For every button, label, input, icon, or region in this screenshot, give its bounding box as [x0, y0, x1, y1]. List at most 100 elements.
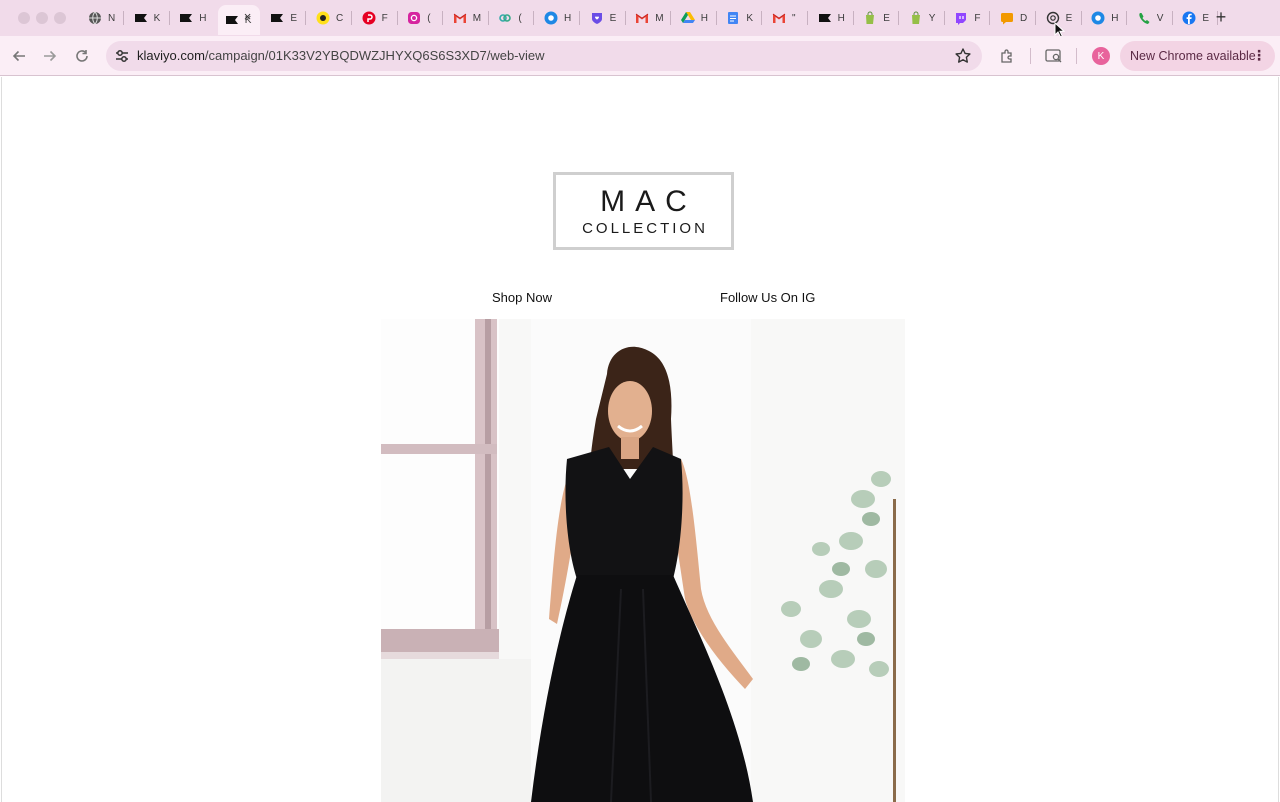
pinterest-icon — [362, 11, 376, 25]
tab-search-button[interactable] — [1044, 46, 1064, 66]
window-minimize-control[interactable] — [36, 12, 48, 24]
browser-tab[interactable]: C — [309, 6, 354, 30]
browser-tab[interactable]: " — [765, 6, 810, 30]
tab-separator — [989, 11, 991, 25]
browser-tab[interactable]: H — [674, 6, 719, 30]
url-domain: klaviyo.com — [137, 48, 205, 63]
browser-tab[interactable]: K — [719, 6, 764, 30]
gmail-icon — [772, 11, 786, 25]
bookmark-star-icon[interactable] — [954, 47, 972, 65]
close-tab-icon[interactable]: × — [244, 10, 252, 24]
tab-title: Y — [928, 12, 936, 24]
brand-logo[interactable]: MAC COLLECTION — [553, 172, 734, 250]
tab-title: F — [381, 12, 388, 24]
facebook-icon — [1182, 11, 1196, 25]
menu-kebab-icon[interactable]: ⋮ — [1252, 48, 1266, 62]
arrow-right-icon — [44, 50, 57, 62]
tab-separator — [1126, 11, 1128, 25]
hero-image[interactable] — [381, 319, 905, 802]
browser-tab[interactable]: M — [446, 6, 491, 30]
browser-tab[interactable]: ( — [491, 6, 536, 30]
tab-title: K — [746, 12, 754, 24]
browser-tab[interactable]: M — [628, 6, 673, 30]
browser-toolbar: klaviyo.com/campaign/01K33V2YBQDWZJHYXQ6… — [0, 36, 1280, 76]
shopify-icon — [863, 11, 877, 25]
address-bar[interactable]: klaviyo.com/campaign/01K33V2YBQDWZJHYXQ6… — [106, 41, 982, 71]
tab-title: E — [290, 12, 298, 24]
tab-separator — [670, 11, 672, 25]
url-path: /campaign/01K33V2YBQDWZJHYXQ6S6S3XD7/web… — [204, 48, 545, 63]
window-zoom-control[interactable] — [54, 12, 66, 24]
browser-tab[interactable]: H — [811, 6, 856, 30]
forward-button[interactable] — [38, 44, 62, 68]
tab-title: H — [564, 12, 572, 24]
tab-title: ( — [518, 12, 522, 24]
shop-now-link[interactable]: Shop Now — [492, 290, 552, 305]
tab-title: " — [792, 12, 796, 24]
tab-title: M — [655, 12, 664, 24]
logo-subtitle: COLLECTION — [582, 219, 708, 237]
url-text[interactable]: klaviyo.com/campaign/01K33V2YBQDWZJHYXQ6… — [137, 48, 545, 63]
tab-separator — [715, 11, 717, 25]
browser-tab[interactable]: K — [127, 6, 172, 30]
tab-separator — [1035, 11, 1036, 25]
browser-tab[interactable]: V — [1130, 6, 1175, 30]
update-chrome-label: New Chrome available — [1130, 49, 1256, 63]
phone-icon — [1137, 11, 1151, 25]
tab-title: M — [472, 12, 481, 24]
puzzle-icon — [1001, 49, 1012, 63]
tab-separator — [1080, 11, 1082, 25]
toolbar-divider — [1030, 48, 1031, 64]
tab-separator — [807, 11, 808, 25]
tab-separator — [442, 11, 444, 25]
update-chrome-button[interactable]: New Chrome available ⋮ — [1120, 41, 1275, 71]
extensions-button[interactable] — [997, 46, 1017, 66]
profile-avatar[interactable]: K — [1092, 47, 1110, 65]
chrome-blue-icon — [1091, 11, 1105, 25]
twitch-icon — [954, 11, 968, 25]
browser-tab[interactable]: H — [1084, 6, 1129, 30]
drive-icon — [680, 11, 695, 25]
shopify-icon — [909, 11, 923, 25]
window-close-control[interactable] — [18, 12, 30, 24]
back-button[interactable] — [7, 44, 31, 68]
browser-tab[interactable]: H — [172, 6, 217, 30]
instagram-icon — [407, 11, 421, 25]
klaviyo-icon — [270, 11, 284, 25]
klaviyo-icon — [134, 11, 148, 25]
klaviyo-active-icon — [225, 13, 239, 27]
klaviyo-icon — [818, 11, 832, 25]
tab-separator — [533, 11, 535, 25]
tab-active[interactable]: K — [217, 5, 260, 35]
browser-tab[interactable]: E — [263, 6, 308, 30]
browser-tab[interactable]: E — [583, 6, 628, 30]
email-web-view: MAC COLLECTION Shop Now Follow Us On IG — [1, 77, 1279, 802]
hero-photo — [381, 319, 905, 802]
browser-tab[interactable]: E — [856, 6, 901, 30]
tab-title: E — [609, 12, 617, 24]
tab-separator — [761, 11, 763, 25]
tab-separator — [852, 11, 854, 25]
browser-tab[interactable]: D — [993, 6, 1038, 30]
tab-separator — [1171, 11, 1173, 25]
reload-button[interactable] — [70, 44, 94, 68]
browser-tab[interactable]: F — [355, 6, 400, 30]
new-tab-button[interactable]: + — [1212, 8, 1230, 26]
browser-tab[interactable]: ( — [400, 6, 445, 30]
browser-tab[interactable]: F — [947, 6, 992, 30]
gmail-icon — [635, 11, 649, 25]
browser-tab[interactable]: H — [537, 6, 582, 30]
tab-title: D — [1020, 12, 1028, 24]
site-settings-icon[interactable] — [114, 48, 130, 64]
globe-icon — [88, 11, 102, 25]
follow-ig-link[interactable]: Follow Us On IG — [720, 290, 815, 305]
toolbar-divider — [1076, 48, 1077, 64]
tab-title: H — [199, 12, 207, 24]
tab-title: N — [108, 12, 116, 24]
browser-tab[interactable]: Y — [902, 6, 947, 30]
browser-tab[interactable]: N — [81, 6, 126, 30]
tab-separator — [123, 11, 124, 25]
tab-separator — [168, 11, 170, 25]
mailchimp-icon — [316, 11, 330, 25]
tab-title: H — [837, 12, 845, 24]
